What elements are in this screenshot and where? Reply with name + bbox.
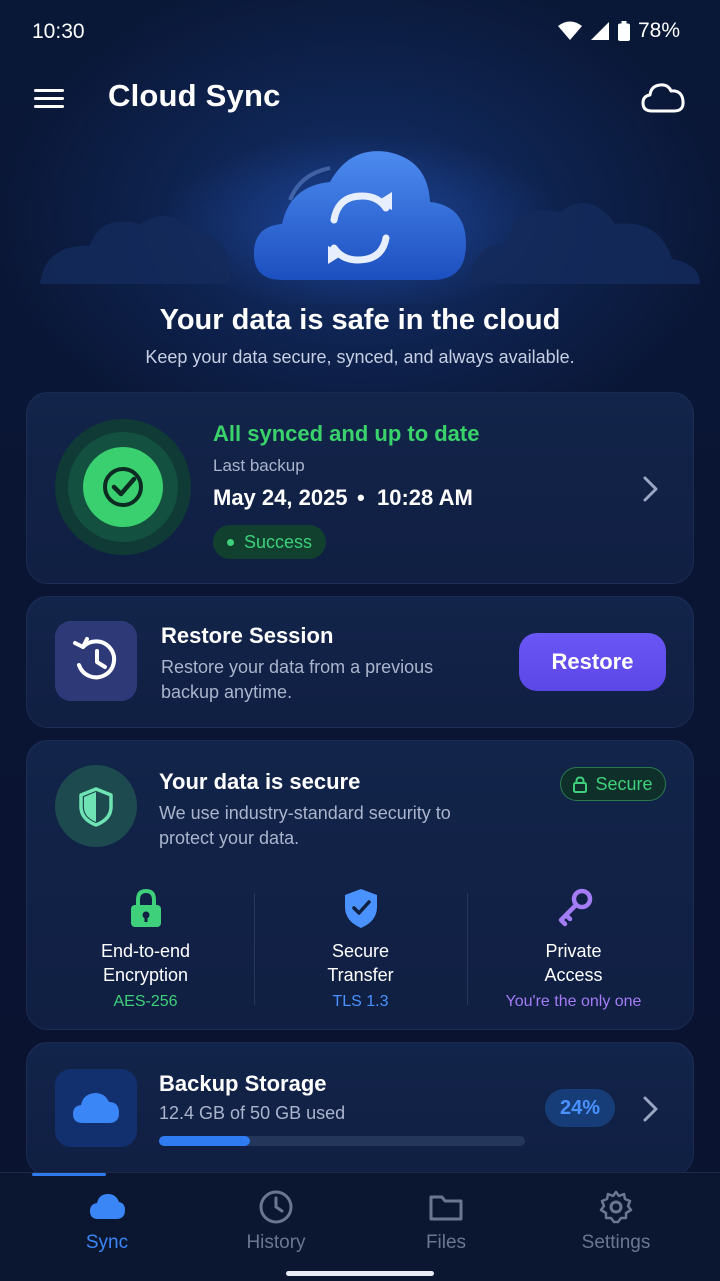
nav-item-settings[interactable]: Settings	[546, 1173, 686, 1273]
secure-badge: Secure	[560, 767, 666, 801]
feature-name: Private Access	[544, 941, 603, 985]
storage-icon-box	[55, 1069, 137, 1147]
status-dot	[227, 538, 234, 546]
restore-description: Restore your data from a previous backup…	[161, 657, 434, 702]
clock-icon	[259, 1190, 293, 1224]
security-title: Your data is secure	[159, 769, 361, 794]
storage-title: Backup Storage	[159, 1071, 327, 1096]
app-bar: Cloud Sync	[0, 62, 720, 134]
bottom-nav: Sync History Files Settings	[0, 1172, 720, 1281]
status-icons: 78%	[557, 19, 680, 43]
shield-check-icon	[344, 889, 377, 928]
page-title: Cloud Sync	[108, 78, 281, 113]
last-backup-date: May 24, 2025	[213, 485, 348, 510]
gear-icon	[599, 1190, 633, 1224]
nav-item-history[interactable]: History	[206, 1173, 346, 1273]
menu-button[interactable]	[34, 84, 70, 114]
chevron-right-icon[interactable]	[641, 1095, 661, 1123]
sync-status-text: All synced and up to date	[213, 421, 480, 446]
status-badge-label: Success	[244, 531, 313, 552]
storage-progress-fill	[159, 1136, 250, 1146]
nav-item-sync[interactable]: Sync	[37, 1173, 177, 1273]
status-bar: 10:30 78%	[0, 0, 720, 62]
storage-usage: 12.4 GB of 50 GB used	[159, 1103, 346, 1123]
feature-name: Secure Transfer	[327, 941, 394, 985]
nav-label: Settings	[581, 1232, 651, 1253]
restore-session-card: Restore Session Restore your data from a…	[26, 596, 694, 728]
hero: Your data is safe in the cloud Keep your…	[0, 134, 720, 384]
storage-progress-bar	[159, 1136, 525, 1146]
storage-percent-badge: 24%	[545, 1089, 615, 1127]
shield-icon	[79, 787, 113, 827]
restore-button[interactable]: Restore	[519, 633, 666, 691]
key-icon	[558, 888, 592, 927]
battery-icon	[617, 21, 630, 41]
nav-label: Files	[425, 1232, 467, 1253]
feature-private-access: Private Access You're the only one	[467, 887, 680, 1011]
restore-icon-box	[55, 621, 137, 701]
feature-encryption: End-to-end Encryption AES-256	[39, 887, 252, 1011]
lock-icon	[130, 888, 161, 927]
last-backup-time: 10:28 AM	[377, 485, 473, 510]
hero-illustration	[40, 134, 700, 304]
feature-detail: You're the only one	[505, 993, 642, 1010]
check-circle-icon	[55, 419, 191, 555]
security-card: Your data is secure We use industry-stan…	[26, 740, 694, 1030]
backup-storage-card[interactable]: Backup Storage 12.4 GB of 50 GB used 24%	[26, 1042, 694, 1176]
cloud-icon	[90, 1194, 125, 1219]
cloud-icon[interactable]	[640, 80, 686, 114]
cloud-icon	[73, 1093, 119, 1123]
nav-label: Sync	[85, 1232, 129, 1253]
signal-icon	[590, 22, 609, 40]
menu-icon	[34, 89, 64, 92]
home-indicator[interactable]	[286, 1271, 434, 1276]
secure-badge-label: Secure	[595, 773, 653, 794]
nav-label: History	[246, 1232, 306, 1253]
lock-icon	[573, 775, 588, 793]
feature-transfer: Secure Transfer TLS 1.3	[254, 887, 467, 1011]
status-badge: Success	[213, 525, 327, 559]
hero-title: Your data is safe in the cloud	[159, 304, 561, 336]
wifi-icon	[557, 21, 582, 40]
date-separator: •	[357, 485, 365, 510]
nav-item-files[interactable]: Files	[376, 1173, 516, 1273]
last-backup-label: Last backup	[213, 456, 305, 475]
status-time: 10:30	[32, 20, 85, 43]
battery-percent: 78%	[637, 19, 680, 42]
security-description: We use industry-standard security to pro…	[159, 803, 451, 848]
sync-status-card[interactable]: All synced and up to date Last backup Ma…	[26, 392, 694, 584]
shield-circle	[55, 765, 137, 847]
feature-detail: AES-256	[113, 993, 178, 1010]
folder-icon	[429, 1195, 463, 1221]
chevron-right-icon[interactable]	[641, 475, 661, 503]
hero-subtitle: Keep your data secure, synced, and alway…	[145, 347, 575, 367]
history-icon	[73, 637, 117, 680]
restore-title: Restore Session	[161, 623, 334, 648]
feature-detail: TLS 1.3	[332, 993, 389, 1010]
feature-name: End-to-end Encryption	[100, 941, 191, 985]
